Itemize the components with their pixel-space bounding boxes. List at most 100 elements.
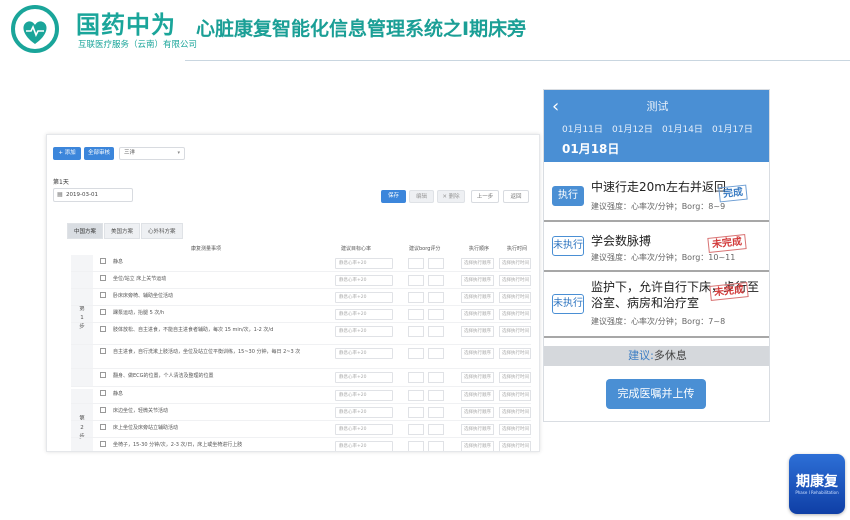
borg-max-input[interactable] bbox=[428, 390, 444, 401]
order-select[interactable]: 选择执行顺序 bbox=[461, 441, 494, 451]
borg-min-input[interactable] bbox=[408, 292, 424, 303]
task-status-badge[interactable]: 未执行 bbox=[552, 236, 584, 256]
hr-select[interactable]: 静息心率+20 bbox=[335, 390, 393, 401]
prev-step-button[interactable]: 上一步 bbox=[471, 190, 499, 203]
task-status-badge[interactable]: 执行 bbox=[552, 186, 584, 206]
borg-max-input[interactable] bbox=[428, 348, 444, 359]
task-item[interactable]: 未执行 学会数脉搏 建议强度：心率次/分钟；Borg：10~11 未完成 bbox=[544, 224, 769, 272]
row-checkbox[interactable] bbox=[100, 372, 106, 378]
row-checkbox[interactable] bbox=[100, 407, 106, 413]
complete-and-upload-button[interactable]: 完成医嘱并上传 bbox=[606, 379, 706, 409]
borg-min-input[interactable] bbox=[408, 275, 424, 286]
task-meta: 建议强度：心率次/分钟；Borg：8~9 bbox=[591, 202, 726, 211]
borg-min-input[interactable] bbox=[408, 390, 424, 401]
row-checkbox[interactable] bbox=[100, 424, 106, 430]
row-checkbox[interactable] bbox=[100, 441, 106, 447]
borg-max-input[interactable] bbox=[428, 326, 444, 337]
row-checkbox[interactable] bbox=[100, 390, 106, 396]
hr-select[interactable]: 静息心率+20 bbox=[335, 407, 393, 418]
edit-button[interactable]: 编辑 bbox=[409, 190, 434, 203]
order-select[interactable]: 选择执行顺序 bbox=[461, 258, 494, 269]
hr-select[interactable]: 静息心率+20 bbox=[335, 326, 393, 337]
delete-button-label: 删除 bbox=[448, 194, 460, 200]
row-checkbox[interactable] bbox=[100, 275, 106, 281]
time-select[interactable]: 选择执行时间 bbox=[499, 390, 531, 401]
borg-min-input[interactable] bbox=[408, 424, 424, 435]
back-button[interactable]: 返回 bbox=[503, 190, 529, 203]
time-select[interactable]: 选择执行时间 bbox=[499, 407, 531, 418]
time-select[interactable]: 选择执行时间 bbox=[499, 372, 531, 383]
borg-min-input[interactable] bbox=[408, 326, 424, 337]
order-select[interactable]: 选择执行顺序 bbox=[461, 372, 494, 383]
time-select[interactable]: 选择执行时间 bbox=[499, 348, 531, 359]
borg-min-input[interactable] bbox=[408, 309, 424, 320]
date-tab[interactable]: 01月11日 bbox=[562, 122, 603, 135]
task-title-line-2: 浴室、病房和治疗室 bbox=[591, 296, 700, 310]
approve-all-button[interactable]: 全部审核 bbox=[84, 147, 114, 160]
task-status-badge[interactable]: 未执行 bbox=[552, 294, 584, 314]
delete-button[interactable]: ✕ 删除 bbox=[437, 190, 465, 203]
row-checkbox[interactable] bbox=[100, 292, 106, 298]
hr-select[interactable]: 静息心率+20 bbox=[335, 275, 393, 286]
add-button[interactable]: + 添加 bbox=[53, 147, 81, 160]
row-checkbox[interactable] bbox=[100, 309, 106, 315]
save-button[interactable]: 保存 bbox=[381, 190, 406, 203]
hr-select[interactable]: 静息心率+20 bbox=[335, 258, 393, 269]
table-row: 坐位/站立 床上关节运动 静息心率+20 选择执行顺序 选择执行时间 bbox=[71, 272, 531, 289]
borg-max-input[interactable] bbox=[428, 441, 444, 451]
row-text: 肢体放松、自主进食，不能自主进食者辅助，每次 15 min/次，1-2 次/d bbox=[113, 327, 274, 333]
time-select[interactable]: 选择执行时间 bbox=[499, 258, 531, 269]
hr-select[interactable]: 静息心率+20 bbox=[335, 372, 393, 383]
hr-select[interactable]: 静息心率+20 bbox=[335, 424, 393, 435]
hr-select[interactable]: 静息心率+20 bbox=[335, 309, 393, 320]
tab-china-plan[interactable]: 中国方案 bbox=[67, 223, 104, 239]
task-item[interactable]: 执行 中速行走20m左右并返回 建议强度：心率次/分钟；Borg：8~9 完成 bbox=[544, 174, 769, 222]
time-select[interactable]: 选择执行时间 bbox=[499, 275, 531, 286]
hr-select[interactable]: 静息心率+20 bbox=[335, 292, 393, 303]
order-select[interactable]: 选择执行顺序 bbox=[461, 407, 494, 418]
order-select[interactable]: 选择执行顺序 bbox=[461, 348, 494, 359]
borg-max-input[interactable] bbox=[428, 292, 444, 303]
tab-us-plan[interactable]: 美国方案 bbox=[104, 223, 141, 239]
date-tab[interactable]: 01月17日 bbox=[712, 122, 753, 135]
borg-min-input[interactable] bbox=[408, 372, 424, 383]
order-select[interactable]: 选择执行顺序 bbox=[461, 275, 494, 286]
row-checkbox[interactable] bbox=[100, 326, 106, 332]
borg-max-input[interactable] bbox=[428, 407, 444, 418]
date-input[interactable]: ▦ 2019-03-01 bbox=[53, 188, 133, 202]
borg-max-input[interactable] bbox=[428, 275, 444, 286]
borg-max-input[interactable] bbox=[428, 258, 444, 269]
borg-max-input[interactable] bbox=[428, 372, 444, 383]
borg-max-input[interactable] bbox=[428, 309, 444, 320]
time-select[interactable]: 选择执行时间 bbox=[499, 309, 531, 320]
hr-select[interactable]: 静息心率+20 bbox=[335, 441, 393, 451]
date-tab-active[interactable]: 01月18日 bbox=[562, 140, 619, 157]
borg-min-input[interactable] bbox=[408, 258, 424, 269]
order-select[interactable]: 选择执行顺序 bbox=[461, 424, 494, 435]
mobile-title: 测试 bbox=[646, 100, 669, 113]
plan-select[interactable]: 三洋 ▾ bbox=[119, 147, 185, 160]
tab-cardiac-surgery-plan[interactable]: 心外科方案 bbox=[141, 223, 183, 239]
order-select[interactable]: 选择执行顺序 bbox=[461, 326, 494, 337]
row-text: 床上坐位及床旁站立辅助活动 bbox=[113, 425, 179, 431]
row-checkbox[interactable] bbox=[100, 258, 106, 264]
table-row: 静息 静息心率+20 选择执行顺序 选择执行时间 bbox=[71, 387, 531, 404]
date-tab[interactable]: 01月12日 bbox=[612, 122, 653, 135]
order-select[interactable]: 选择执行顺序 bbox=[461, 390, 494, 401]
time-select[interactable]: 选择执行时间 bbox=[499, 441, 531, 451]
order-select[interactable]: 选择执行顺序 bbox=[461, 292, 494, 303]
borg-max-input[interactable] bbox=[428, 424, 444, 435]
borg-min-input[interactable] bbox=[408, 348, 424, 359]
time-select[interactable]: 选择执行时间 bbox=[499, 424, 531, 435]
desktop-plan-editor: + 添加 全部审核 三洋 ▾ 第1天 ▦ 2019-03-01 保存 编辑 ✕ … bbox=[46, 134, 540, 452]
borg-min-input[interactable] bbox=[408, 407, 424, 418]
borg-min-input[interactable] bbox=[408, 441, 424, 451]
date-tab[interactable]: 01月14日 bbox=[662, 122, 703, 135]
table-row: 肢体放松、自主进食，不能自主进食者辅助，每次 15 min/次，1-2 次/d … bbox=[71, 323, 531, 345]
row-checkbox[interactable] bbox=[100, 348, 106, 354]
time-select[interactable]: 选择执行时间 bbox=[499, 326, 531, 337]
hr-select[interactable]: 静息心率+20 bbox=[335, 348, 393, 359]
task-item[interactable]: 未执行 监护下，允许自行下床，步行至 浴室、病房和治疗室 建议强度：心率次/分钟… bbox=[544, 274, 769, 338]
time-select[interactable]: 选择执行时间 bbox=[499, 292, 531, 303]
order-select[interactable]: 选择执行顺序 bbox=[461, 309, 494, 320]
